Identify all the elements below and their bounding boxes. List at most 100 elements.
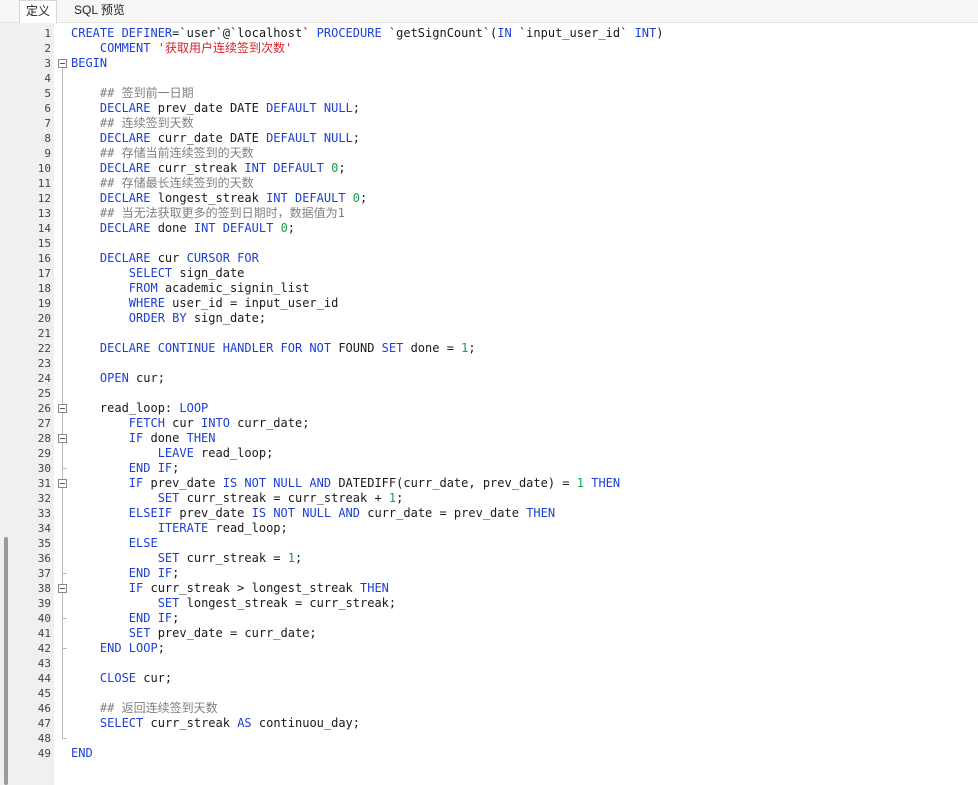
line-number: 12 [37, 192, 51, 205]
code-token: 0 [280, 221, 288, 235]
code-token: ITERATE [157, 521, 209, 535]
code-token: ; [287, 221, 296, 235]
fold-toggle-icon[interactable] [58, 434, 67, 443]
code-line: END [71, 746, 93, 761]
code-token: IF [128, 476, 144, 490]
code-token: ## 连续签到天数 [99, 116, 194, 130]
code-line: CREATE DEFINER=`user`@`localhost` PROCED… [71, 26, 663, 41]
code-token: cur; [128, 371, 165, 385]
code-line: ## 返回连续签到天数 [71, 701, 218, 716]
code-token: FROM [128, 281, 158, 295]
code-token: prev_date [143, 476, 223, 490]
line-number: 22 [37, 342, 51, 355]
fold-toggle-icon[interactable] [58, 584, 67, 593]
code-token: ELSEIF [128, 506, 173, 520]
line-number-gutter: 1 2 3 4 5 6 7 8 9 10 11 12 13 14 15 16 17 18 19 20 21 22 23 24 2… [0, 23, 54, 785]
line-number: 20 [37, 312, 51, 325]
code-token: INT [634, 26, 657, 40]
code-token: THEN [186, 431, 216, 445]
code-line: ELSE [71, 536, 158, 551]
code-token: IF [128, 431, 144, 445]
code-token: INTO [201, 416, 230, 430]
code-token: FOUND [331, 341, 382, 355]
code-token: ; [172, 611, 180, 625]
code-token: WHERE [128, 296, 165, 310]
code-token: curr_streak > longest_streak [143, 581, 360, 595]
code-token: SET [381, 341, 404, 355]
code-token: IN [497, 26, 512, 40]
code-line: DECLARE prev_date DATE DEFAULT NULL; [71, 101, 360, 116]
code-token: DEFAULT NULL [266, 131, 353, 145]
line-number: 19 [37, 297, 51, 310]
fold-toggle-icon[interactable] [58, 59, 67, 68]
line-number: 31 [37, 477, 51, 490]
code-token: SET [128, 626, 151, 640]
code-token: curr_date; [229, 416, 310, 430]
code-token: LEAVE [157, 446, 194, 460]
fold-end-marker [62, 468, 67, 469]
code-token: ## 返回连续签到天数 [99, 701, 218, 715]
code-token: ; [396, 491, 404, 505]
tab-definition[interactable]: 定义 [19, 0, 58, 24]
code-token: ## 存储最长连续签到的天数 [99, 176, 254, 190]
line-number: 8 [44, 132, 51, 145]
fold-toggle-icon[interactable] [58, 479, 67, 488]
code-line: CLOSE cur; [71, 671, 172, 686]
code-token: SELECT [128, 266, 173, 280]
code-line: SELECT curr_streak AS continuou_day; [71, 716, 360, 731]
code-line: ORDER BY sign_date; [71, 311, 266, 326]
code-line: ## 签到前一日期 [71, 86, 194, 101]
line-number: 10 [37, 162, 51, 175]
code-line: SET curr_streak = curr_streak + 1; [71, 491, 404, 506]
code-token: AS [237, 716, 252, 730]
code-line: ## 连续签到天数 [71, 116, 194, 131]
code-token: `input_user_id` [511, 26, 635, 40]
code-token: FETCH [128, 416, 165, 430]
code-token: 1 [576, 476, 584, 490]
code-token: done [150, 221, 194, 235]
code-token: IS NOT NULL AND [251, 506, 361, 520]
code-line: LEAVE read_loop; [71, 446, 274, 461]
code-line: ## 当无法获取更多的签到日期时，数据值为1 [71, 206, 345, 221]
code-token: ) [656, 26, 664, 40]
fold-toggle-icon[interactable] [58, 404, 67, 413]
vertical-scrollbar-thumb[interactable] [4, 537, 8, 785]
code-token: ; [338, 161, 346, 175]
code-line: FROM academic_signin_list [71, 281, 310, 296]
code-token: THEN [591, 476, 621, 490]
code-token: sign_date; [186, 311, 267, 325]
code-token: END [71, 746, 93, 760]
code-token: ; [352, 101, 361, 115]
line-number: 11 [37, 177, 51, 190]
code-token: read_loop: [71, 401, 180, 415]
code-token: academic_signin_list [157, 281, 310, 295]
line-number: 17 [37, 267, 51, 280]
code-line: ## 存储最长连续签到的天数 [71, 176, 254, 191]
fold-guide-line [62, 443, 63, 468]
line-number: 32 [37, 492, 51, 505]
code-token: ## 签到前一日期 [99, 86, 194, 100]
code-line: END IF; [71, 566, 180, 581]
line-number: 21 [37, 327, 51, 340]
code-token: THEN [526, 506, 556, 520]
code-token: DECLARE [99, 131, 151, 145]
line-number: 1 [44, 27, 51, 40]
tab-sql-preview[interactable]: SQL 预览 [68, 0, 131, 22]
